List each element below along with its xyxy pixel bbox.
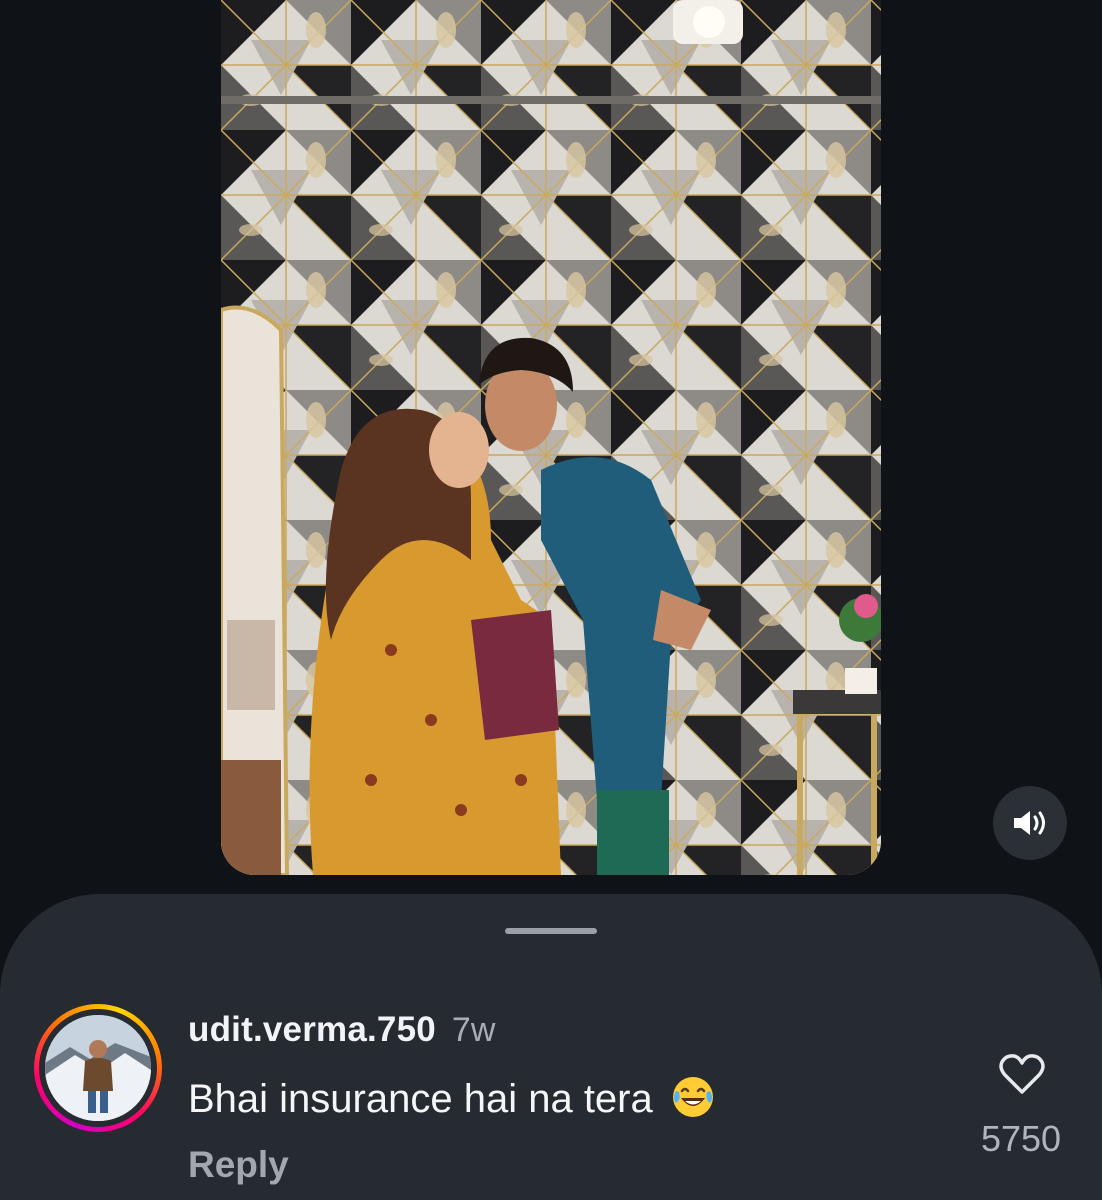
tears-of-joy-emoji-icon [672,1077,713,1117]
comment-header: udit.verma.750 7w [188,1010,495,1050]
video-frame-image [221,0,881,875]
heart-outline-icon[interactable] [998,1052,1046,1096]
speaker-icon [1014,811,1045,835]
comment-age: 7w [451,1011,496,1049]
reply-button[interactable]: Reply [188,1144,289,1186]
comments-sheet: udit.verma.750 7w Bhai insurance hai na … [0,894,1102,1200]
sheet-drag-handle[interactable] [505,928,597,934]
avatar [45,1015,151,1121]
reel-comments-screen: udit.verma.750 7w Bhai insurance hai na … [0,0,1102,1200]
comment-username[interactable]: udit.verma.750 [188,1010,436,1050]
like-count: 5750 [980,1118,1062,1159]
mute-button[interactable] [993,786,1067,860]
avatar-photo [45,1015,151,1121]
video-preview[interactable] [221,0,881,875]
comment-body: Bhai insurance hai na tera [188,1074,716,1122]
comment-text: Bhai insurance hai na tera [188,1077,653,1121]
avatar-story-ring[interactable] [34,1004,162,1132]
